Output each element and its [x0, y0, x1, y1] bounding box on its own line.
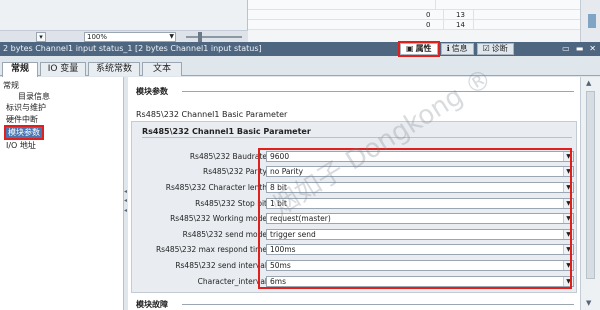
scroll-down-icon[interactable]: ▼: [586, 299, 591, 307]
param-label: Rs485\232 send mode: [182, 230, 267, 239]
param-label: Character_interval: [197, 277, 267, 286]
nav-item-module-parameters[interactable]: 模块参数: [4, 125, 44, 140]
zoom-value: 100%: [87, 33, 108, 41]
group-title: Rs485\232 Channel1 Basic Parameter: [136, 110, 288, 119]
property-tabs: 常规 IO 变量 系统常数 文本: [0, 62, 600, 77]
tab-texts[interactable]: 文本: [142, 62, 182, 76]
zoom-slider-thumb[interactable]: [198, 32, 202, 42]
section-title: 模块参数: [136, 87, 168, 96]
window-controls: ▭ ▬ ✕: [562, 44, 596, 53]
param-label: Rs485\232 Character lenth: [165, 183, 267, 192]
layout-icon[interactable]: ▭: [562, 44, 570, 53]
tab-general[interactable]: 常规: [2, 62, 38, 77]
tab-properties[interactable]: ▣ 属性: [398, 41, 440, 57]
object-title: 2 bytes Channel1 input status_1 [2 bytes…: [3, 44, 262, 53]
tab-io-variables[interactable]: IO 变量: [40, 62, 86, 76]
nav-item-hardware-interrupt[interactable]: 硬件中断: [6, 114, 38, 125]
zoom-dropdown-arrow[interactable]: ▾: [36, 32, 46, 42]
scroll-up-icon[interactable]: ▲: [586, 79, 591, 87]
editor-area: ▾ 100% ▼: [0, 0, 248, 42]
section-title: 模块故障: [136, 300, 168, 309]
param-label: Rs485\232 Baudrate: [189, 152, 267, 161]
section-divider: [182, 304, 574, 305]
property-navigation: 常规 目录信息 标识与维护 硬件中断 模块参数 I/O 地址 ◂ ◂ ◂: [0, 77, 127, 310]
tab-info[interactable]: ℹ 信息: [440, 43, 474, 55]
parameter-panel: 模块参数 Rs485\232 Channel1 Basic Parameter …: [128, 77, 580, 310]
panel-scrollbar[interactable]: ▲ ▼: [580, 77, 600, 310]
inspector-tabs: ▣ 属性 ℹ 信息 ☑ 诊断: [398, 41, 517, 57]
param-label: Rs485\232 send interval: [175, 261, 267, 270]
tab-diagnostics[interactable]: ☑ 诊断: [476, 43, 514, 55]
param-label: Rs485\232 max respond time: [155, 245, 267, 254]
minimize-icon[interactable]: ▬: [576, 44, 584, 53]
nav-item-io-address[interactable]: I/O 地址: [6, 140, 36, 151]
info-icon: ℹ: [446, 44, 450, 53]
table-row[interactable]: 0 14: [248, 20, 580, 30]
nav-item-identification[interactable]: 标识与维护: [6, 102, 46, 113]
tab-diagnostics-label: 诊断: [491, 44, 508, 53]
table-cell: [416, 0, 436, 10]
param-label: Rs485\232 Stop bit: [195, 199, 267, 208]
nav-item-catalog[interactable]: 目录信息: [18, 91, 50, 102]
tab-info-label: 信息: [451, 44, 468, 53]
table-cell: 0: [424, 10, 444, 20]
table-cell: 0: [424, 20, 444, 30]
table-row[interactable]: 0 13: [248, 10, 580, 20]
properties-icon: ▣: [406, 44, 414, 53]
zoom-select[interactable]: 100% ▼: [84, 32, 176, 42]
top-scrollbar-thumb[interactable]: [588, 14, 596, 28]
top-area: ▾ 100% ▼ 0 13 0 14: [0, 0, 600, 42]
tab-system-constants[interactable]: 系统常数: [88, 62, 140, 76]
box-title: Rs485\232 Channel1 Basic Parameter: [142, 127, 311, 136]
zoom-slider-track[interactable]: [186, 36, 242, 38]
nav-item-general[interactable]: 常规: [3, 80, 19, 91]
panel-scrollbar-thumb[interactable]: [586, 91, 595, 279]
param-label: Rs485\232 Working mode: [170, 214, 267, 223]
table-row[interactable]: [248, 0, 580, 10]
tab-properties-label: 属性: [415, 44, 432, 53]
close-icon[interactable]: ✕: [589, 44, 596, 53]
diagnostics-icon: ☑: [482, 44, 490, 53]
overview-table: 0 13 0 14: [248, 0, 580, 30]
top-scrollbar[interactable]: [580, 0, 600, 42]
chevron-down-icon: ▼: [169, 33, 174, 40]
inspector-header: 2 bytes Channel1 input status_1 [2 bytes…: [0, 41, 600, 57]
section-divider: [182, 91, 574, 92]
table-cell: 14: [454, 20, 474, 30]
zoom-toolbar: ▾ 100% ▼: [0, 30, 248, 42]
table-cell: 13: [454, 10, 474, 20]
